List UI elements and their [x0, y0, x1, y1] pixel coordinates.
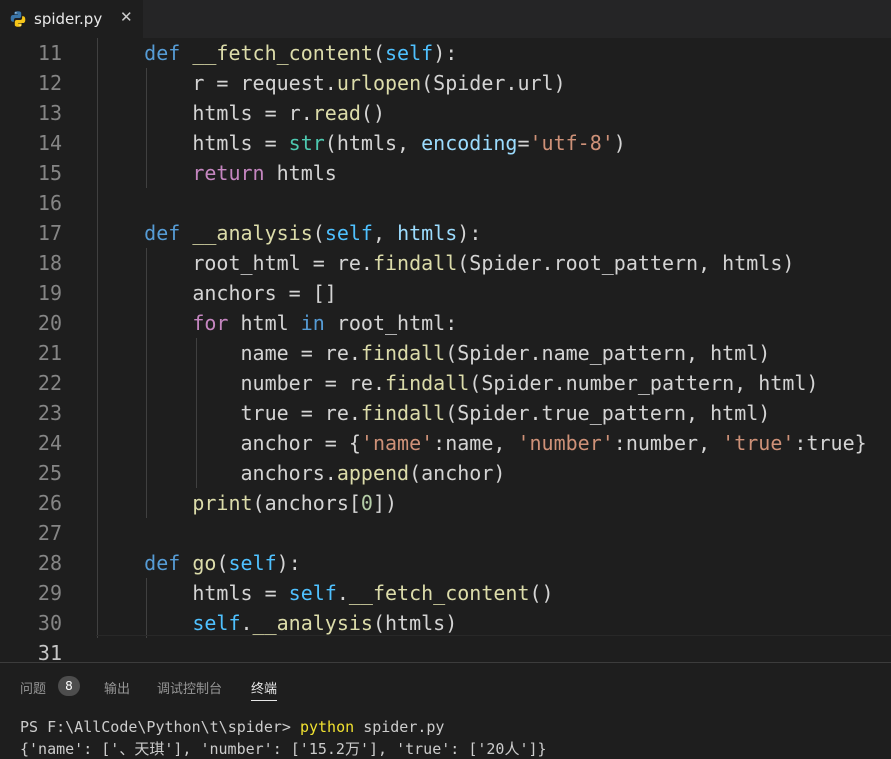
code-text: root_html = re.findall(Spider.root_patte… — [96, 251, 795, 275]
code-text: self.__analysis(htmls) — [192, 611, 458, 635]
code-editor[interactable]: 11 def __fetch_content(self): 12 r = req… — [0, 38, 891, 662]
code-text: htmls = r.read() — [96, 101, 386, 125]
line-number: 28 — [37, 551, 62, 575]
code-line: 19 anchors = [] — [0, 278, 891, 308]
line-number: 11 — [37, 41, 62, 65]
tab-output[interactable]: 输出 — [104, 678, 130, 697]
line-number: 25 — [37, 461, 62, 485]
tab-spider-py[interactable]: spider.py ✕ — [0, 0, 143, 38]
python-icon — [9, 10, 27, 28]
terminal-command: python — [299, 718, 355, 736]
terminal-prompt: PS F:\AllCode\Python\t\spider> — [20, 718, 291, 736]
line-number: 29 — [37, 581, 62, 605]
line-number: 17 — [37, 221, 62, 245]
code-line: 20 for html in root_html: — [0, 308, 891, 338]
code-line: 13 htmls = r.read() — [0, 98, 891, 128]
code-text: true = re.findall(Spider.true_pattern, h… — [96, 401, 771, 425]
code-text: htmls = str(htmls, encoding='utf-8') — [96, 131, 626, 155]
code-text: anchors.append(anchor) — [96, 461, 506, 485]
code-text: number = re.findall(Spider.number_patter… — [96, 371, 819, 395]
terminal-output: {'name': ['、天琪'], 'number': ['15.2万'], '… — [20, 740, 547, 758]
line-number: 16 — [37, 191, 62, 215]
code-line: 25 anchors.append(anchor) — [0, 458, 891, 488]
code-text: def go(self): — [144, 551, 301, 575]
code-line: 29 htmls = self.__fetch_content() — [0, 578, 891, 608]
code-text: for html in root_html: — [192, 311, 458, 335]
tab-debug-console[interactable]: 调试控制台 — [157, 678, 222, 697]
line-number: 15 — [37, 161, 62, 185]
bottom-panel: 问题 8 输出 调试控制台 终端 PS F:\AllCode\Python\t\… — [0, 662, 891, 759]
code-line: 17 def __analysis(self, htmls): — [0, 218, 891, 248]
code-line: 28 def go(self): — [0, 548, 891, 578]
terminal-command-line[interactable]: PS F:\AllCode\Python\t\spider> python sp… — [20, 718, 444, 736]
terminal-argument: spider.py — [363, 718, 445, 736]
code-line: 30 self.__analysis(htmls) — [0, 608, 891, 638]
line-number: 23 — [37, 401, 62, 425]
code-text: htmls = self.__fetch_content() — [96, 581, 554, 605]
code-text: r = request.urlopen(Spider.url) — [96, 71, 566, 95]
code-text: def __fetch_content(self): — [144, 41, 458, 65]
code-line: 27 — [0, 518, 891, 548]
code-line: 18 root_html = re.findall(Spider.root_pa… — [0, 248, 891, 278]
code-line: 24 anchor = {'name':name, 'number':numbe… — [0, 428, 891, 458]
code-line: 12 r = request.urlopen(Spider.url) — [0, 68, 891, 98]
line-number: 13 — [37, 101, 62, 125]
code-line: 21 name = re.findall(Spider.name_pattern… — [0, 338, 891, 368]
code-line: 14 htmls = str(htmls, encoding='utf-8') — [0, 128, 891, 158]
tab-file-name: spider.py — [34, 10, 103, 28]
tab-terminal[interactable]: 终端 — [251, 678, 278, 701]
line-number: 24 — [37, 431, 62, 455]
close-icon[interactable]: ✕ — [120, 8, 133, 26]
code-text: print(anchors[0]) — [192, 491, 398, 515]
line-number: 21 — [37, 341, 62, 365]
code-text: return htmls — [192, 161, 337, 185]
line-number: 27 — [37, 521, 62, 545]
code-text: anchor = {'name':name, 'number':number, … — [96, 431, 867, 455]
line-number: 31 — [37, 641, 62, 662]
line-number: 26 — [37, 491, 62, 515]
code-line: 23 true = re.findall(Spider.true_pattern… — [0, 398, 891, 428]
tab-bar: spider.py ✕ — [0, 0, 891, 38]
code-line: 31 — [0, 638, 891, 662]
code-text: anchors = [] — [96, 281, 337, 305]
line-number: 20 — [37, 311, 62, 335]
line-number: 14 — [37, 131, 62, 155]
code-text: name = re.findall(Spider.name_pattern, h… — [96, 341, 771, 365]
line-number: 12 — [37, 71, 62, 95]
code-line: 26 print(anchors[0]) — [0, 488, 891, 518]
line-number: 22 — [37, 371, 62, 395]
line-number: 30 — [37, 611, 62, 635]
code-line: 11 def __fetch_content(self): — [0, 38, 891, 68]
line-number: 18 — [37, 251, 62, 275]
code-text: def __analysis(self, htmls): — [144, 221, 482, 245]
code-line: 15 return htmls — [0, 158, 891, 188]
code-line: 22 number = re.findall(Spider.number_pat… — [0, 368, 891, 398]
code-line: 16 — [0, 188, 891, 218]
problems-count-badge: 8 — [58, 676, 80, 696]
tab-problems[interactable]: 问题 — [20, 678, 46, 697]
line-number: 19 — [37, 281, 62, 305]
